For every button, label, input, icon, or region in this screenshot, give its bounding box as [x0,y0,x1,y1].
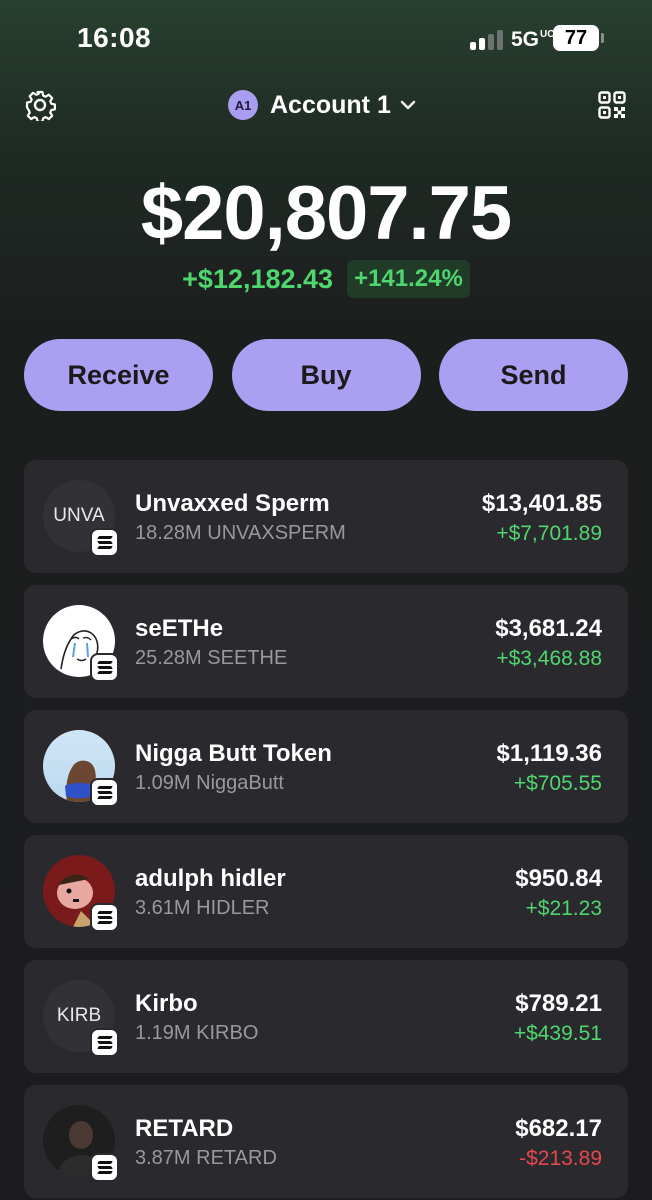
portfolio-change-percent: +141.24% [347,260,470,298]
token-quantity: 25.28M SEETHE [135,647,288,669]
solana-icon [90,1028,119,1057]
token-quantity: 1.19M KIRBO [135,1022,259,1044]
token-quantity: 3.87M RETARD [135,1147,277,1169]
solana-icon [90,903,119,932]
account-selector[interactable]: A1 Account 1 [228,88,417,122]
portfolio-change-amount: +$12,182.43 [182,263,334,294]
solana-icon [90,778,119,807]
solana-icon [90,528,119,557]
token-change: -$213.89 [519,1147,602,1170]
token-name: Unvaxxed Sperm [135,490,330,517]
battery-icon: 77 [553,25,599,51]
token-row[interactable]: Nigga Butt Token 1.09M NiggaButt $1,119.… [24,710,628,823]
buy-button[interactable]: Buy [231,339,421,411]
token-name: adulph hidler [135,865,286,892]
account-avatar: A1 [228,90,258,120]
token-row[interactable]: KIRB Kirbo 1.19M KIRBO $789.21 +$439.51 [24,960,628,1073]
token-row[interactable]: adulph hidler 3.61M HIDLER $950.84 +$21.… [24,835,628,948]
token-icon-text: KIRB [56,1005,102,1026]
token-list: UNVA Unvaxxed Sperm 18.28M UNVAXSPERM $1… [24,460,628,1200]
token-icon-text: UNVA [53,505,105,526]
token-quantity: 18.28M UNVAXSPERM [135,522,346,544]
token-change: +$3,468.88 [496,647,602,670]
qr-code-icon[interactable] [598,91,626,119]
status-time: 16:08 [77,22,152,53]
token-quantity: 1.09M NiggaButt [135,772,284,794]
solana-icon [90,1153,119,1182]
portfolio-balance: $20,807.75 [140,171,512,256]
network-indicator: 5GUC [511,28,554,52]
token-value: $789.21 [515,990,602,1017]
token-change: +$21.23 [525,897,603,920]
token-name: Kirbo [135,990,198,1017]
battery-tip [601,33,604,43]
token-value: $13,401.85 [481,490,602,517]
solana-icon [90,653,119,682]
signal-icon [470,28,504,50]
send-button[interactable]: Send [439,339,628,411]
token-name: RETARD [135,1115,234,1142]
token-value: $682.17 [515,1115,602,1142]
token-row[interactable]: UNVA Unvaxxed Sperm 18.28M UNVAXSPERM $1… [24,460,628,573]
action-buttons: Receive Buy Send [24,339,628,411]
token-value: $3,681.24 [495,615,602,642]
token-quantity: 3.61M HIDLER [135,897,270,919]
token-change: +$705.55 [513,772,602,795]
token-row[interactable]: seETHe 25.28M SEETHE $3,681.24 +$3,468.8… [24,585,628,698]
portfolio-change: +$12,182.43 +141.24% [0,260,652,298]
status-bar: 16:08 5GUC 77 [0,0,652,80]
token-name: Nigga Butt Token [135,740,332,767]
token-name: seETHe [135,615,224,642]
token-value: $950.84 [515,865,602,892]
chevron-down-icon [400,100,416,110]
token-change: +$439.51 [513,1022,602,1045]
token-change: +$7,701.89 [496,522,602,545]
account-name: Account 1 [270,90,391,119]
gear-icon[interactable] [24,89,56,121]
token-row[interactable]: RETARD 3.87M RETARD $682.17 -$213.89 [24,1085,628,1198]
receive-button[interactable]: Receive [24,339,213,411]
network-label: 5G [511,28,540,51]
token-value: $1,119.36 [496,740,602,767]
